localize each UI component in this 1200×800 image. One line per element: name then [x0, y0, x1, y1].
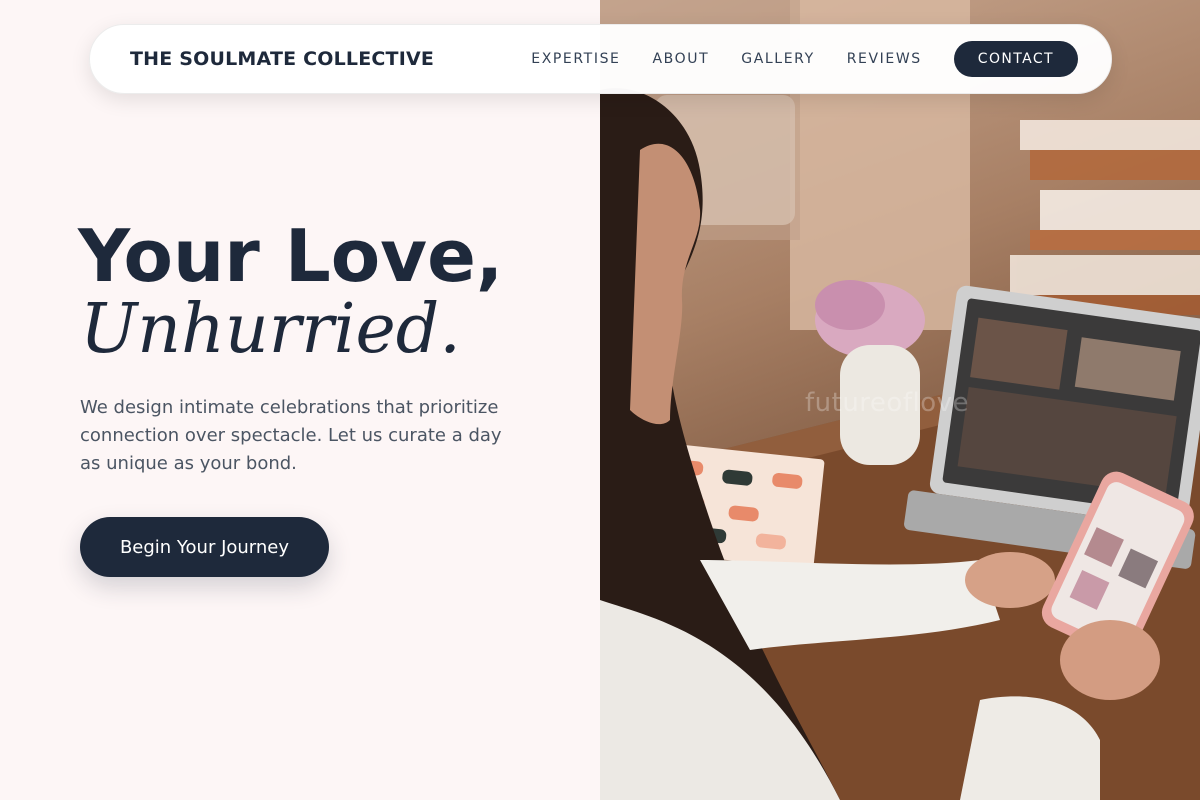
nav-link-gallery[interactable]: GALLERY	[741, 51, 814, 67]
nav-link-expertise[interactable]: EXPERTISE	[531, 51, 620, 67]
top-navbar: THE SOULMATE COLLECTIVE EXPERTISE ABOUT …	[89, 24, 1112, 94]
nav-link-about[interactable]: ABOUT	[653, 51, 710, 67]
contact-button[interactable]: CONTACT	[953, 41, 1078, 77]
nav-link-reviews[interactable]: REVIEWS	[847, 51, 922, 67]
photo-watermark: futureoflove	[805, 388, 969, 418]
hero-description: We design intimate celebrations that pri…	[80, 397, 502, 474]
hero-title-line1: Your Love,	[78, 214, 504, 298]
begin-journey-button[interactable]: Begin Your Journey	[80, 517, 329, 577]
nav-menu: EXPERTISE ABOUT GALLERY REVIEWS CONTACT	[499, 41, 1078, 77]
hero-title-line2: Unhurried.	[80, 290, 461, 369]
brand-logo[interactable]: THE SOULMATE COLLECTIVE	[130, 48, 434, 70]
hero-photo: futureoflove	[600, 0, 1200, 800]
